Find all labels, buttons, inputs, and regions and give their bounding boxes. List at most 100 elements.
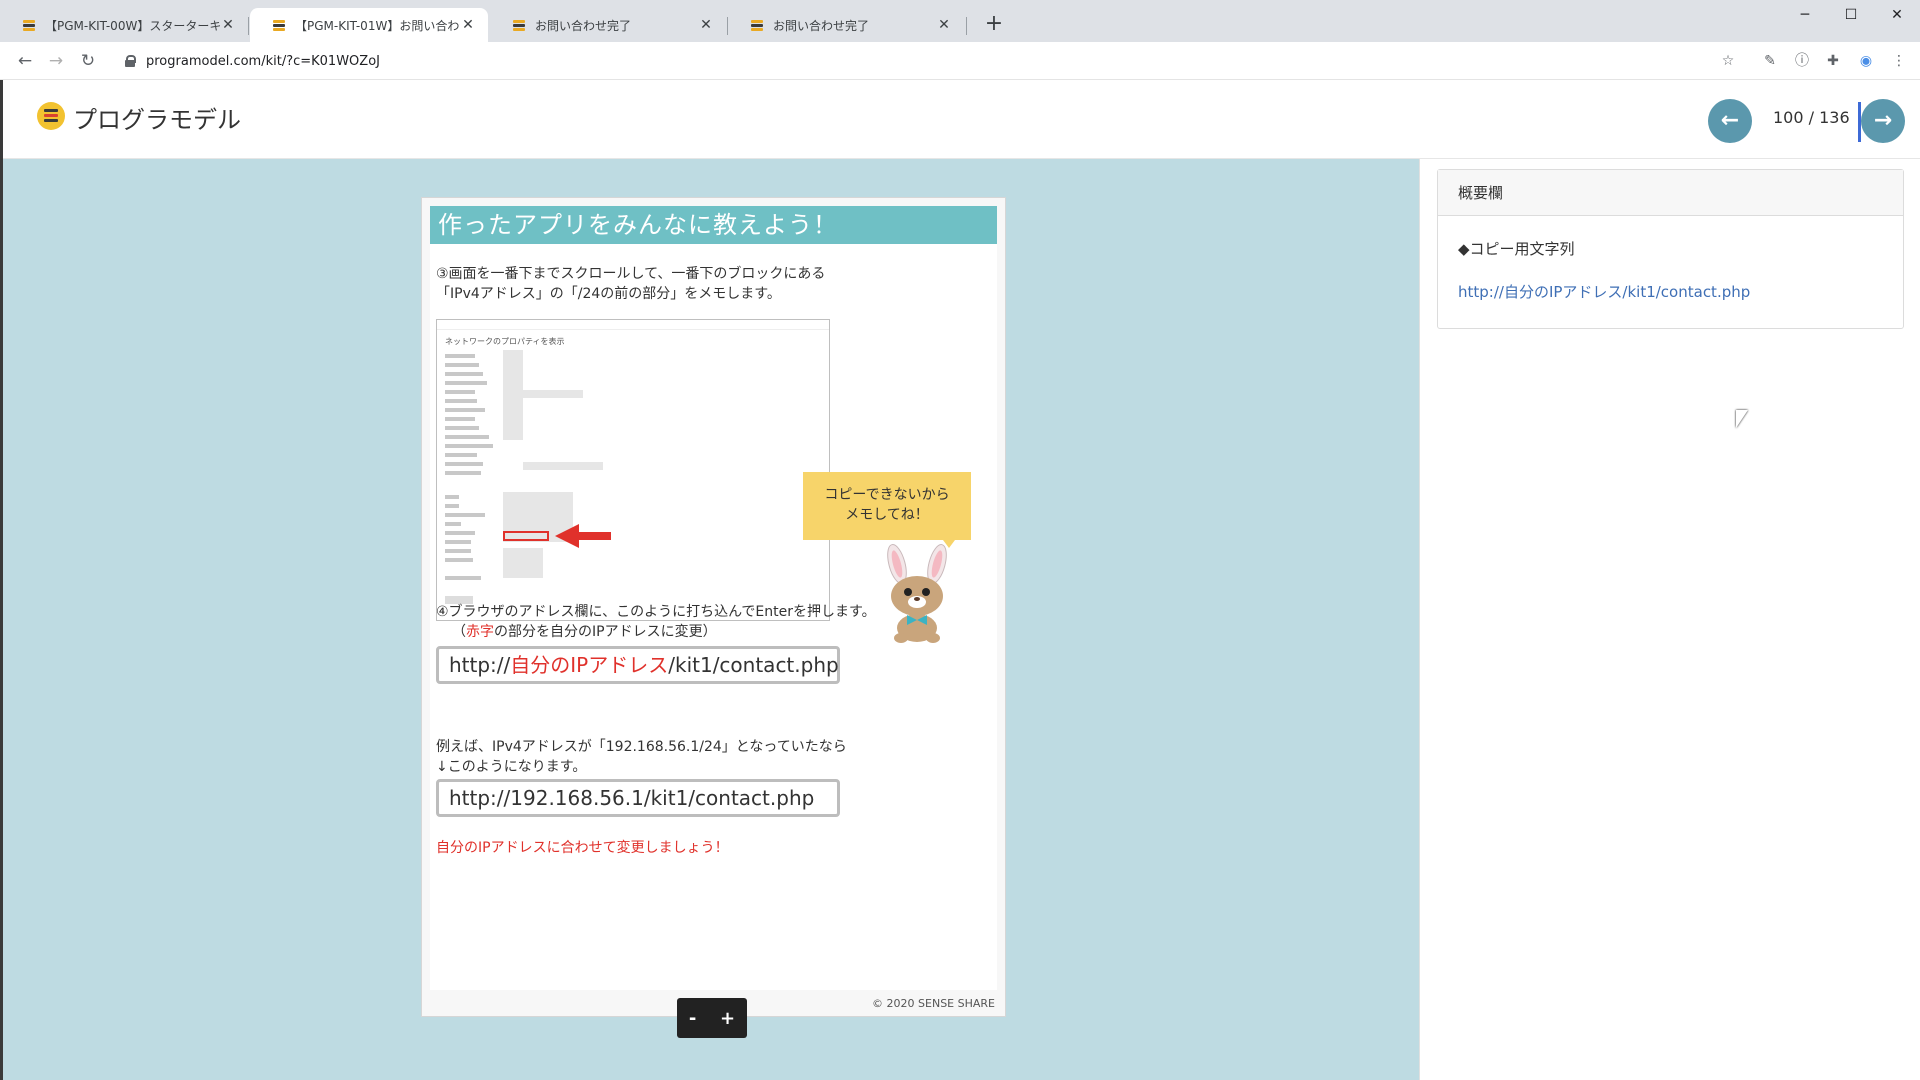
url-text[interactable]: programodel.com/kit/?c=K01WOZoJ	[146, 54, 380, 69]
slide-page: 作ったアプリをみんなに教えよう！ ③画面を一番下までスクロールして、一番下のブロ…	[421, 197, 1006, 1017]
slide-title: 作ったアプリをみんなに教えよう！	[430, 206, 997, 244]
property-row	[445, 417, 475, 421]
property-row	[445, 513, 485, 517]
tab-close-icon[interactable]: ✕	[698, 17, 714, 33]
property-row	[445, 363, 479, 367]
property-row	[445, 390, 475, 394]
property-row	[445, 372, 483, 376]
zoom-out-button[interactable]: -	[689, 1008, 696, 1029]
property-row	[445, 381, 487, 385]
site-favicon-icon	[512, 18, 526, 32]
property-row	[445, 549, 471, 553]
ipv4-highlight-box	[503, 531, 549, 541]
blurred-values	[523, 390, 583, 398]
prev-page-button[interactable]: ←	[1708, 99, 1752, 143]
summary-header: 概要欄	[1438, 170, 1903, 216]
url-template-box: http://自分のIPアドレス/kit1/contact.php	[436, 646, 840, 684]
text-fragment: の部分を自分のIPアドレスに変更）	[494, 624, 717, 640]
step4-text-line2: （赤字の部分を自分のIPアドレスに変更）	[452, 622, 717, 642]
property-row	[445, 453, 477, 457]
property-row	[445, 504, 459, 508]
property-row	[445, 471, 481, 475]
property-row	[445, 558, 473, 562]
site-favicon-icon	[750, 18, 764, 32]
close-window-button[interactable]: ✕	[1874, 0, 1920, 30]
back-button[interactable]: ←	[12, 48, 38, 74]
summary-card: 概要欄 ◆コピー用文字列 http://自分のIPアドレス/kit1/conta…	[1437, 169, 1904, 329]
page-counter: 100 / 136	[1773, 108, 1850, 127]
property-row	[445, 426, 479, 430]
property-row	[445, 354, 475, 358]
browser-tab-3[interactable]: お問い合わせ完了 ✕	[490, 8, 726, 42]
next-page-button[interactable]: →	[1861, 99, 1905, 143]
browser-tab-2[interactable]: 【PGM-KIT-01W】お問い合わせフォ ✕	[250, 8, 488, 42]
property-row	[445, 531, 475, 535]
bubble-line2: メモしてね！	[845, 507, 929, 523]
screenshot-titlebar	[437, 320, 829, 330]
text-fragment: （	[452, 624, 466, 640]
copy-string-link[interactable]: http://自分のIPアドレス/kit1/contact.php	[1458, 281, 1883, 302]
minimize-button[interactable]: ─	[1782, 0, 1828, 30]
address-bar[interactable]: programodel.com/kit/?c=K01WOZoJ	[110, 47, 1750, 75]
step3-text-line1: ③画面を一番下までスクロールして、一番下のブロックにある	[436, 266, 826, 282]
copyright-text: © 2020 SENSE SHARE	[872, 997, 995, 1010]
zoom-controls: - +	[677, 998, 747, 1038]
url-example-box: http://192.168.56.1/kit1/contact.php	[436, 779, 840, 817]
maximize-button[interactable]: ☐	[1828, 0, 1874, 30]
tab-close-icon[interactable]: ✕	[460, 17, 476, 33]
property-row	[445, 408, 485, 412]
example-text-line1: 例えば、IPv4アドレスが「192.168.56.1/24」となっていたなら	[436, 739, 847, 755]
tab-close-icon[interactable]: ✕	[936, 17, 952, 33]
change-ip-note: 自分のIPアドレスに合わせて変更しましょう！	[436, 840, 729, 856]
slide-viewer: 作ったアプリをみんなに教えよう！ ③画面を一番下までスクロールして、一番下のブロ…	[3, 159, 1419, 1080]
browser-tab-1[interactable]: 【PGM-KIT-00W】スターターキット_4 ✕	[0, 8, 248, 42]
blurred-values	[523, 462, 603, 470]
step4-text-line1: ④ブラウザのアドレス欄に、このように打ち込んでEnterを押します。	[436, 604, 876, 620]
lock-icon	[124, 55, 136, 67]
example-text-line2: ↓このようになります。	[436, 759, 587, 775]
property-row	[445, 435, 489, 439]
tab-separator	[248, 17, 249, 35]
speech-bubble: コピーできないから メモしてね！	[803, 472, 971, 548]
url-suffix: /kit1/contact.php	[668, 653, 839, 677]
screenshot-heading: ネットワークのプロパティを表示	[445, 337, 565, 346]
browser-menu-icon[interactable]: ⋮	[1889, 51, 1909, 71]
slide-content: 作ったアプリをみんなに教えよう！ ③画面を一番下までスクロールして、一番下のブロ…	[430, 206, 997, 990]
blurred-values	[503, 350, 523, 440]
bubble-line1: コピーできないから	[824, 487, 950, 503]
browser-tab-bar: 【PGM-KIT-00W】スターターキット_4 ✕ 【PGM-KIT-01W】お…	[0, 0, 1920, 42]
copy-string-heading: ◆コピー用文字列	[1458, 240, 1575, 258]
info-icon[interactable]: ⓘ	[1792, 51, 1812, 71]
eyedropper-icon[interactable]: ✎	[1760, 51, 1780, 71]
browser-tab-4[interactable]: お問い合わせ完了 ✕	[728, 8, 964, 42]
url-prefix: http://	[449, 653, 511, 677]
browser-toolbar: ← → ↻ programodel.com/kit/?c=K01WOZoJ ☆ …	[0, 42, 1920, 80]
reload-button[interactable]: ↻	[75, 48, 101, 74]
site-favicon-icon	[22, 18, 36, 32]
property-row	[445, 444, 493, 448]
tab-title: お問い合わせ完了	[535, 18, 632, 33]
summary-panel: 概要欄 ◆コピー用文字列 http://自分のIPアドレス/kit1/conta…	[1419, 159, 1920, 1080]
site-header: プログラモデル ← 100 / 136 →	[3, 80, 1920, 159]
tab-title: お問い合わせ完了	[773, 18, 870, 33]
forward-button[interactable]: →	[43, 48, 69, 74]
site-logo-icon[interactable]	[37, 102, 65, 130]
property-row	[445, 576, 481, 580]
property-row	[445, 522, 461, 526]
network-properties-screenshot: ネットワークのプロパティを表示	[436, 319, 830, 621]
property-row	[445, 495, 459, 499]
profile-icon[interactable]: ◉	[1856, 51, 1876, 71]
extensions-icon[interactable]: ✚	[1823, 51, 1843, 71]
zoom-in-button[interactable]: +	[720, 1008, 735, 1029]
property-row	[445, 462, 483, 466]
new-tab-button[interactable]: +	[980, 11, 1008, 39]
site-favicon-icon	[272, 18, 286, 32]
site-name[interactable]: プログラモデル	[73, 100, 241, 135]
bookmark-star-icon[interactable]: ☆	[1718, 51, 1738, 71]
tab-close-icon[interactable]: ✕	[220, 17, 236, 33]
rabbit-mascot-icon	[887, 544, 947, 643]
url-ip-placeholder: 自分のIPアドレス	[510, 653, 669, 677]
summary-body: ◆コピー用文字列 http://自分のIPアドレス/kit1/contact.p…	[1438, 216, 1903, 324]
blurred-values	[503, 548, 543, 578]
red-arrow-shaft	[577, 532, 611, 540]
